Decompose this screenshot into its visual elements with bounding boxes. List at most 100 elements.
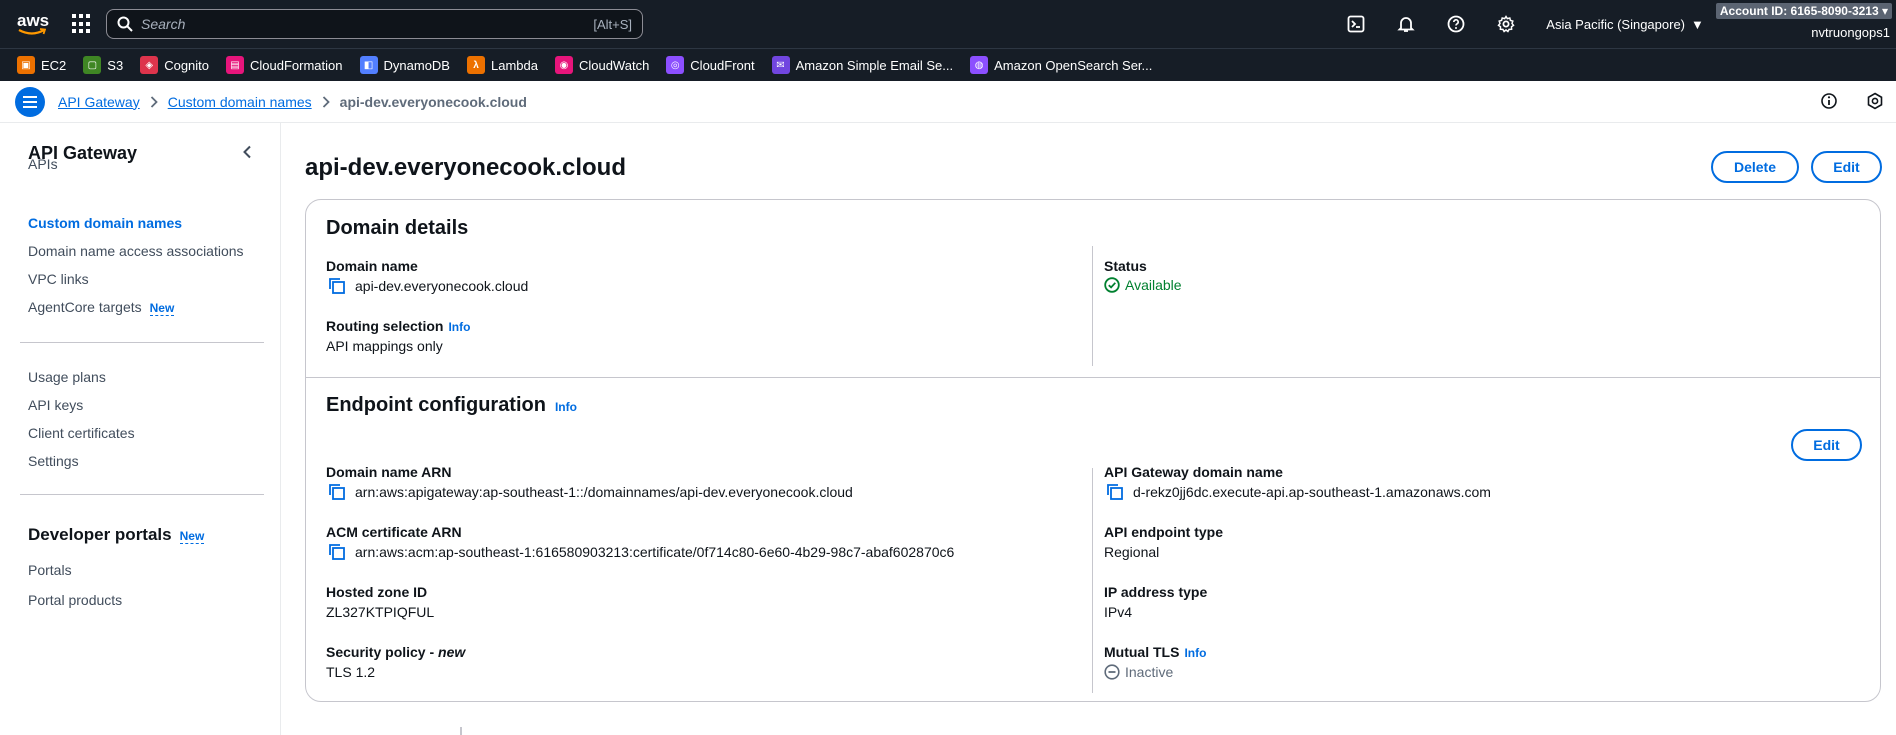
- favorite-label: CloudFormation: [250, 57, 343, 73]
- top-navigation: aws Search [Alt+S] Asia Pacific (Singapo…: [0, 0, 1896, 48]
- sidebar-item-settings[interactable]: Settings: [28, 453, 79, 469]
- favorite-cloudformation[interactable]: ▤ CloudFormation: [226, 56, 343, 74]
- sidebar-item-vpc-links[interactable]: VPC links: [28, 271, 89, 287]
- breadcrumb: API Gateway Custom domain names api-dev.…: [58, 94, 527, 110]
- chevron-right-icon: [150, 95, 158, 108]
- page-title: api-dev.everyonecook.cloud: [305, 154, 626, 181]
- side-navigation: API Gateway APIs Custom domain names Dom…: [0, 123, 281, 735]
- caret-down-icon: ▼: [1691, 16, 1704, 32]
- copy-icon[interactable]: [328, 277, 346, 295]
- search-input[interactable]: Search [Alt+S]: [106, 9, 643, 39]
- routing-selection-label: Routing selection Info: [326, 318, 471, 334]
- breadcrumb-custom-domain-names[interactable]: Custom domain names: [168, 94, 312, 110]
- favorite-amazon-opensearch-ser[interactable]: ◍ Amazon OpenSearch Ser...: [970, 56, 1152, 74]
- routing-selection-value: API mappings only: [326, 338, 443, 354]
- hamburger-menu-icon: [23, 95, 37, 108]
- tools-panel-icon[interactable]: [1866, 92, 1884, 113]
- service-icon: ◍: [970, 56, 989, 74]
- minus-circle-icon: [1104, 664, 1120, 680]
- sidebar-item-domain-name-access-associations[interactable]: Domain name access associations: [28, 243, 244, 259]
- domain-card: Domain details Domain name api-dev.every…: [305, 199, 1881, 702]
- edit-button[interactable]: Edit: [1811, 151, 1882, 183]
- side-navigation-toggle-button[interactable]: [15, 86, 45, 117]
- settings-gear-icon[interactable]: [1496, 14, 1516, 34]
- notifications-bell-icon[interactable]: [1396, 14, 1416, 34]
- favorite-cloudfront[interactable]: ◎ CloudFront: [666, 56, 755, 74]
- security-policy-new: new: [438, 644, 466, 660]
- status-label: Status: [1104, 258, 1147, 274]
- favorite-cloudwatch[interactable]: ◉ CloudWatch: [554, 56, 649, 74]
- sidebar-item-usage-plans[interactable]: Usage plans: [28, 369, 106, 385]
- status-text: Available: [1125, 277, 1182, 293]
- favorite-label: EC2: [41, 57, 67, 73]
- favorite-label: Cognito: [164, 57, 210, 73]
- sidebar-item-apis[interactable]: APIs: [28, 156, 58, 172]
- section-divider: [306, 377, 1880, 378]
- new-badge[interactable]: New: [179, 529, 205, 544]
- security-policy-value: TLS 1.2: [326, 664, 376, 680]
- help-icon[interactable]: [1446, 14, 1466, 34]
- aws-logo[interactable]: aws: [16, 9, 50, 39]
- ip-address-type-label: IP address type: [1104, 584, 1208, 600]
- sidebar-item-api-keys[interactable]: API keys: [28, 397, 83, 413]
- delete-button[interactable]: Delete: [1711, 151, 1799, 183]
- favorite-label: Lambda: [490, 57, 538, 73]
- favorite-cognito[interactable]: ◈ Cognito: [140, 56, 209, 74]
- mutual-tls-label: Mutual TLS Info: [1104, 644, 1207, 660]
- sidebar-item-portals[interactable]: Portals: [28, 562, 72, 578]
- domain-arn-value: arn:aws:apigateway:ap-southeast-1::/doma…: [328, 483, 853, 501]
- service-icon: ◈: [140, 56, 159, 74]
- username-menu[interactable]: nvtruongops1: [1811, 25, 1890, 40]
- breadcrumb-current: api-dev.everyonecook.cloud: [339, 93, 527, 110]
- copy-icon[interactable]: [1106, 483, 1124, 501]
- region-selector[interactable]: Asia Pacific (Singapore) ▼: [1546, 17, 1704, 32]
- apigw-domain-name-text: d-rekz0jj6dc.execute-api.ap-southeast-1.…: [1133, 484, 1491, 500]
- service-icon: ◎: [666, 56, 685, 74]
- service-icon: ✉: [771, 56, 790, 74]
- favorite-amazon-simple-email-se[interactable]: ✉ Amazon Simple Email Se...: [771, 56, 954, 74]
- endpoint-edit-button[interactable]: Edit: [1791, 429, 1862, 461]
- bottom-tab-divider: [281, 727, 1896, 735]
- sidebar-item-custom-domain-names[interactable]: Custom domain names: [28, 215, 182, 231]
- info-panel-icon[interactable]: [1820, 92, 1838, 113]
- domain-name-text: api-dev.everyonecook.cloud: [355, 278, 529, 294]
- breadcrumb-api-gateway[interactable]: API Gateway: [58, 94, 140, 110]
- domain-name-label: Domain name: [326, 258, 418, 274]
- mutual-tls-text: Inactive: [1125, 664, 1174, 680]
- breadcrumb-bar: API Gateway Custom domain names api-dev.…: [0, 81, 1896, 123]
- hosted-zone-id-label: Hosted zone ID: [326, 584, 428, 600]
- favorite-dynamodb[interactable]: ◧ DynamoDB: [359, 56, 450, 74]
- services-menu-icon[interactable]: [72, 14, 92, 34]
- sidebar-item-client-certificates[interactable]: Client certificates: [28, 425, 135, 441]
- aws-smile-icon: [18, 28, 46, 35]
- sidebar-item-agentcore-targets[interactable]: AgentCore targets New: [28, 299, 175, 316]
- endpoint-configuration-title: Endpoint configuration Info: [326, 394, 577, 416]
- favorites-bar: ▣ EC2 ▢ S3 ◈ Cognito ▤ CloudFormation ◧ DynamoDB λ…: [0, 48, 1896, 81]
- service-icon: λ: [466, 56, 485, 74]
- endpoint-info-link[interactable]: Info: [555, 400, 577, 414]
- copy-icon[interactable]: [328, 543, 346, 561]
- favorite-ec2[interactable]: ▣ EC2: [17, 56, 66, 74]
- favorite-lambda[interactable]: λ Lambda: [466, 56, 538, 74]
- mutual-tls-info-link[interactable]: Info: [1184, 646, 1206, 660]
- copy-icon[interactable]: [328, 483, 346, 501]
- domain-details-title: Domain details: [326, 217, 469, 239]
- cloudshell-icon[interactable]: [1346, 14, 1366, 34]
- collapse-sidebar-icon[interactable]: [242, 145, 252, 162]
- domain-arn-text: arn:aws:apigateway:ap-southeast-1::/doma…: [355, 484, 853, 500]
- favorite-label: Amazon OpenSearch Ser...: [994, 57, 1153, 73]
- new-badge[interactable]: New: [149, 301, 175, 316]
- apigw-domain-name-label: API Gateway domain name: [1104, 464, 1283, 480]
- api-endpoint-type-label: API endpoint type: [1104, 524, 1223, 540]
- account-id-badge[interactable]: Account ID: 6165-8090-3213 ▾: [1715, 2, 1892, 19]
- security-policy-label: Security policy - new: [326, 644, 466, 660]
- sidebar-item-portal-products[interactable]: Portal products: [28, 592, 122, 608]
- favorite-label: Amazon Simple Email Se...: [795, 57, 954, 73]
- routing-info-link[interactable]: Info: [448, 320, 470, 334]
- status-value: Available: [1104, 277, 1182, 293]
- favorite-s3[interactable]: ▢ S3: [83, 56, 123, 74]
- service-icon: ▢: [83, 56, 102, 74]
- favorite-label: DynamoDB: [383, 57, 450, 73]
- domain-arn-label: Domain name ARN: [326, 464, 452, 480]
- search-placeholder: Search: [141, 16, 186, 32]
